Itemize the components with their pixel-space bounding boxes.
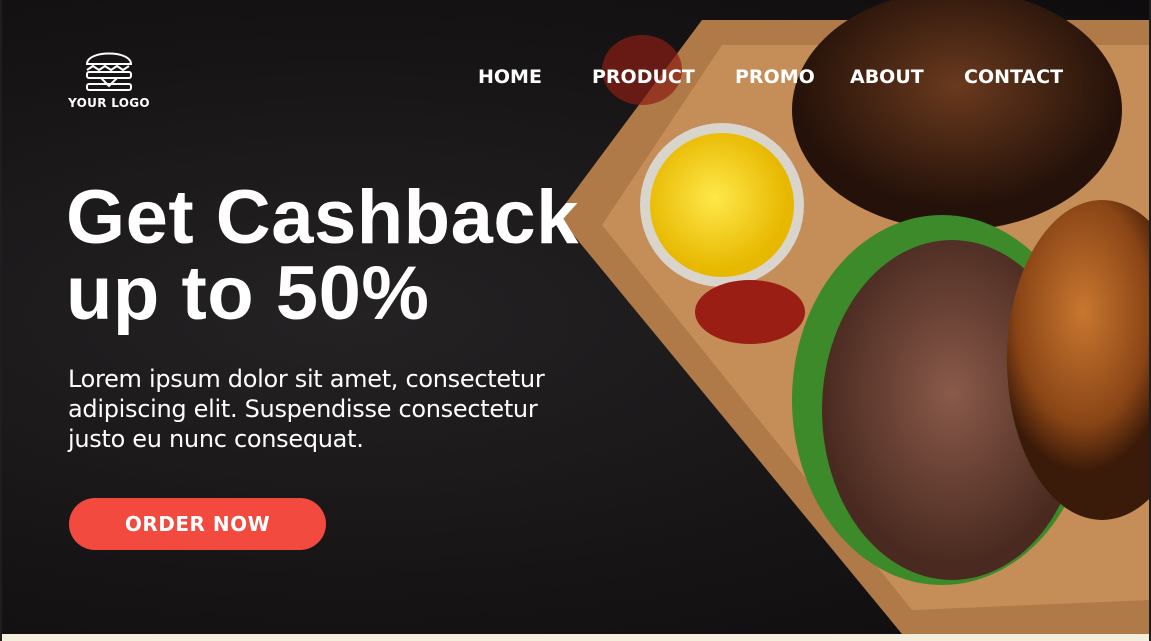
hero-title-line2: up to 50% (66, 251, 430, 336)
main-nav: HOME PRODUCT PROMO ABOUT CONTACT (2, 66, 1149, 96)
nav-home[interactable]: HOME (478, 66, 542, 88)
hero-title: Get Cashback up to 50% (66, 180, 579, 332)
hero-title-line1: Get Cashback (66, 175, 579, 260)
footer-strip (2, 634, 1149, 641)
nav-promo[interactable]: PROMO (735, 66, 815, 88)
hero-description: Lorem ipsum dolor sit amet, consectetur … (68, 365, 545, 453)
logo-text: YOUR LOGO (68, 96, 150, 110)
nav-contact[interactable]: CONTACT (964, 66, 1063, 88)
nav-product[interactable]: PRODUCT (592, 66, 695, 88)
hero-section: YOUR LOGO HOME PRODUCT PROMO ABOUT CONTA… (2, 0, 1149, 634)
nav-about[interactable]: ABOUT (850, 66, 924, 88)
order-now-button[interactable]: ORDER NOW (69, 498, 326, 550)
